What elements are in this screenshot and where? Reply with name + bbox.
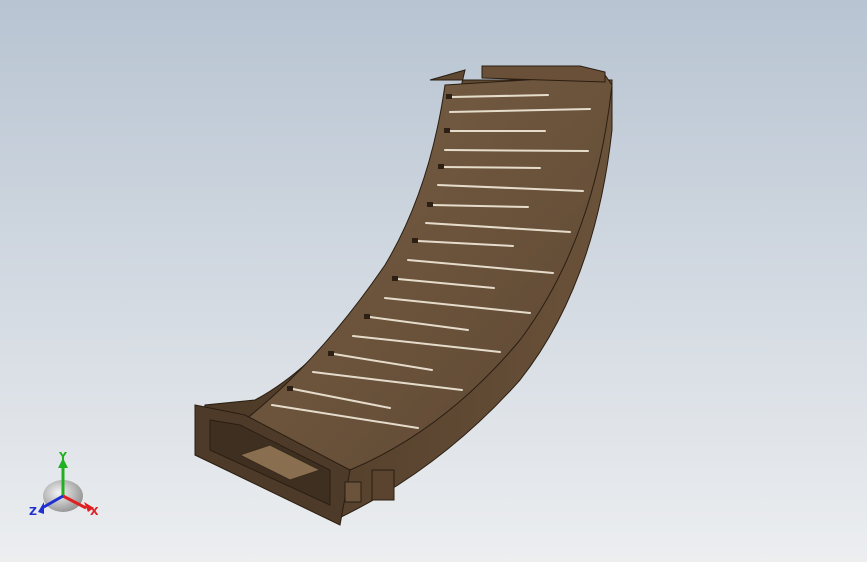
y-axis-label: Y xyxy=(58,450,68,463)
locking-lug xyxy=(371,469,395,501)
rib xyxy=(441,166,541,169)
rib-notch xyxy=(438,164,444,169)
rib-notch xyxy=(392,276,398,281)
graphics-viewport[interactable]: Y X Z xyxy=(0,0,867,562)
rib-notch xyxy=(427,202,433,207)
locking-lug-2 xyxy=(344,481,362,503)
viewport-canvas[interactable]: Y X Z xyxy=(0,0,867,562)
rib xyxy=(444,149,589,152)
rib-notch xyxy=(364,314,370,319)
rib-notch xyxy=(412,238,418,243)
x-axis-label: X xyxy=(90,505,99,518)
z-axis-label: Z xyxy=(29,505,37,518)
rib-notch xyxy=(287,386,293,391)
rib-notch xyxy=(328,351,334,356)
rib-notch xyxy=(444,128,450,133)
rib-notch xyxy=(446,94,452,99)
